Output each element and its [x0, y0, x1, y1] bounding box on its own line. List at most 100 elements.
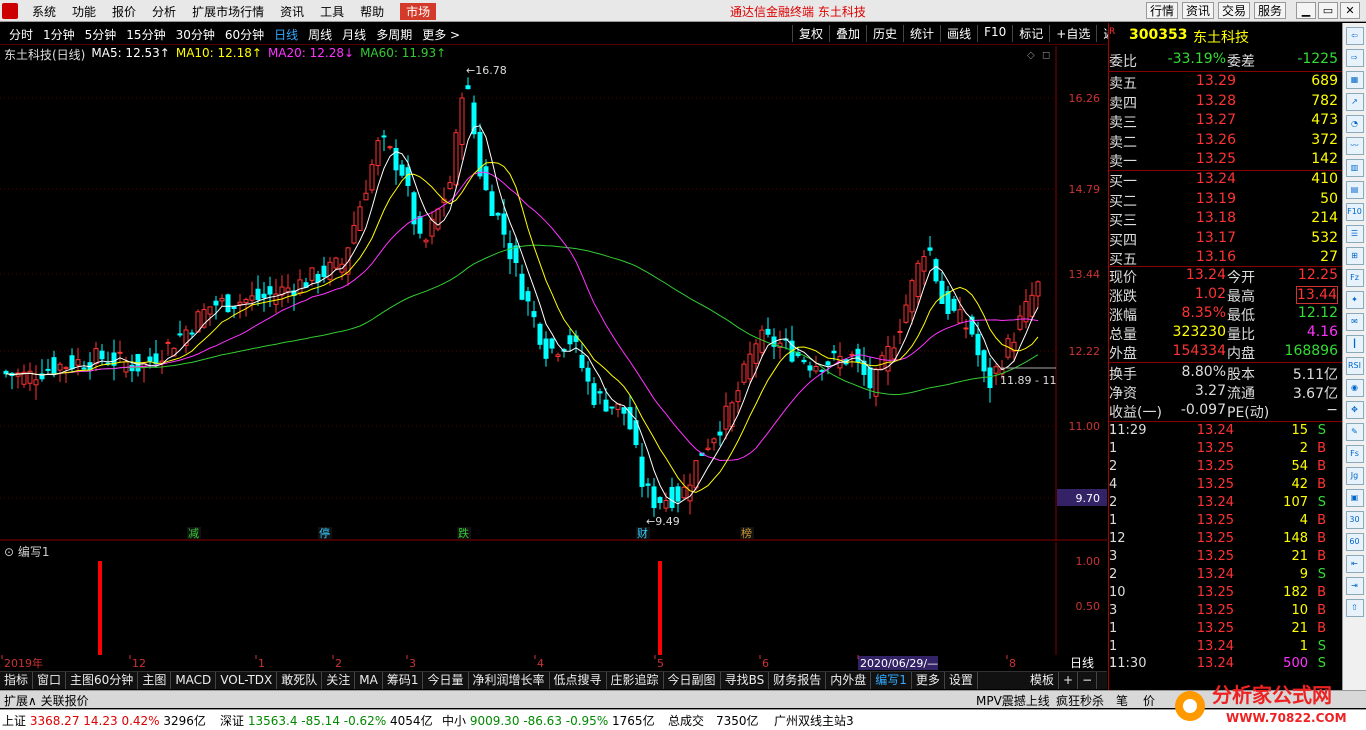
tool-button[interactable]: 统计 — [903, 25, 940, 42]
indicator-tab[interactable]: 设置 — [945, 672, 978, 689]
tool-button[interactable]: 叠加 — [829, 25, 866, 42]
move-icon[interactable]: ✥ — [1345, 401, 1364, 419]
grid-icon[interactable]: ▦ — [1345, 71, 1364, 89]
up-icon[interactable]: ⇧ — [1345, 599, 1364, 617]
indicator-tab[interactable]: 庄影追踪 — [607, 672, 664, 689]
service-button[interactable]: 服务 — [1254, 2, 1287, 19]
list-icon[interactable]: ☰ — [1345, 225, 1364, 243]
tick-volume: 21 — [1291, 621, 1308, 636]
indicator-tab[interactable]: MA — [355, 672, 383, 689]
tool-button[interactable]: 历史 — [866, 25, 903, 42]
r-badge: R — [1109, 27, 1116, 37]
chat-icon[interactable]: ✉ — [1345, 313, 1364, 331]
indicator-tab[interactable]: 今日副图 — [664, 672, 721, 689]
indicator-tab[interactable]: 今日量 — [423, 672, 469, 689]
pie-icon[interactable]: ◔ — [1345, 115, 1364, 133]
arrow-right-icon[interactable]: ⇨ — [1345, 49, 1364, 67]
indicator-tab[interactable]: 低点搜寻 — [550, 672, 607, 689]
promo-link[interactable]: 疯狂秒杀 — [1056, 692, 1104, 709]
indicator-tab[interactable]: 寻找BS — [721, 672, 770, 689]
period-tab[interactable]: 更多 > — [417, 26, 465, 43]
market-button[interactable]: 市场 — [400, 3, 437, 20]
chart-icon[interactable]: ↗ — [1345, 93, 1364, 111]
f10-icon[interactable]: F10 — [1345, 203, 1364, 221]
period-tab[interactable]: 30分钟 — [171, 26, 220, 43]
table-icon[interactable]: ▤ — [1345, 181, 1364, 199]
period-tab[interactable]: 多周期 — [371, 26, 417, 43]
indicator-tab[interactable]: 主图 — [138, 672, 172, 689]
menu-item[interactable]: 报价 — [104, 3, 144, 20]
maximize-icon[interactable]: ▭ — [1318, 2, 1338, 19]
indicator-tab[interactable]: VOL-TDX — [216, 672, 278, 689]
bar-icon[interactable]: ▥ — [1345, 159, 1364, 177]
tool-button[interactable]: +自选 — [1049, 25, 1096, 42]
right-icon[interactable]: ⇥ — [1345, 577, 1364, 595]
period-tab[interactable]: 日线 — [269, 26, 303, 43]
30-icon[interactable]: 30 — [1345, 511, 1364, 529]
indicator-tab[interactable]: 筹码1 — [383, 672, 424, 689]
tab-control-button[interactable]: + — [1059, 672, 1079, 689]
period-tab[interactable]: 1分钟 — [38, 26, 80, 43]
indicator-tab[interactable]: 净利润增长率 — [469, 672, 550, 689]
period-tab[interactable]: 5分钟 — [80, 26, 122, 43]
period-tab[interactable]: 分时 — [4, 26, 38, 43]
tool-button[interactable]: 复权 — [792, 25, 829, 42]
trade-button[interactable]: 交易 — [1218, 2, 1251, 19]
scroll-icon[interactable]: ┃ — [1345, 335, 1364, 353]
tool-button[interactable]: 画线 — [940, 25, 977, 42]
tab-control-button[interactable]: − — [1078, 672, 1098, 689]
jg-icon[interactable]: Jg — [1345, 467, 1364, 485]
tool-button[interactable]: F10 — [977, 25, 1012, 42]
expand-link[interactable]: 扩展∧ 关联报价 — [4, 692, 89, 709]
menu-item[interactable]: 资讯 — [272, 3, 312, 20]
indicator-tab[interactable]: 关注 — [322, 672, 356, 689]
arrow-left-icon[interactable]: ⇦ — [1345, 27, 1364, 45]
left-icon[interactable]: ⇤ — [1345, 555, 1364, 573]
indicator-tab[interactable]: 内外盘 — [826, 672, 872, 689]
eye-icon[interactable]: ◉ — [1345, 379, 1364, 397]
kline-chart[interactable]: 16.26 14.79 13.44 12.22 11.00 9.70 ◇ ◻ ←16.78 ←9.… — [0, 46, 1107, 541]
indicator-tab[interactable]: 编写1 — [871, 672, 912, 689]
menu-item[interactable]: 帮助 — [352, 3, 392, 20]
index-item[interactable]: 上证 3368.27 14.23 0.42% 3296亿 — [2, 712, 206, 729]
indicator-tab[interactable]: 窗口 — [33, 672, 67, 689]
index-item[interactable]: 深证 13563.4 -85.14 -0.62% 4054亿 — [220, 712, 433, 729]
indicator-tab[interactable]: MACD — [171, 672, 217, 689]
period-tab[interactable]: 月线 — [337, 26, 371, 43]
calc-icon[interactable]: ⊞ — [1345, 247, 1364, 265]
star-icon[interactable]: ✦ — [1345, 291, 1364, 309]
close-icon[interactable]: ✕ — [1340, 2, 1360, 19]
menu-item[interactable]: 扩展市场行情 — [184, 3, 272, 20]
rsi-icon[interactable]: RSI — [1345, 357, 1364, 375]
price-tab[interactable]: 价 — [1143, 692, 1155, 709]
tick-volume: 148 — [1283, 531, 1308, 546]
60-icon[interactable]: 60 — [1345, 533, 1364, 551]
tab-control-button[interactable]: 模板 — [1026, 672, 1060, 689]
promo-link[interactable]: MPV震撼上线 — [976, 692, 1050, 709]
menu-item[interactable]: 系统 — [24, 3, 64, 20]
period-tab[interactable]: 15分钟 — [121, 26, 170, 43]
tool-button[interactable]: 标记 — [1012, 25, 1049, 42]
info-button[interactable]: 资讯 — [1182, 2, 1215, 19]
indicator-tab[interactable]: 指标 — [0, 672, 34, 689]
quote-button[interactable]: 行情 — [1146, 2, 1179, 19]
pen-icon[interactable]: ✎ — [1345, 423, 1364, 441]
indicator-tab[interactable]: 更多 — [912, 672, 945, 689]
menu-item[interactable]: 分析 — [144, 3, 184, 20]
menu-item[interactable]: 功能 — [64, 3, 104, 20]
collapse-icon[interactable]: ⊙ — [4, 545, 14, 559]
period-tab[interactable]: 周线 — [303, 26, 337, 43]
line-icon[interactable]: 〰 — [1345, 137, 1364, 155]
indicator-tab[interactable]: 财务报告 — [769, 672, 827, 689]
indicator-chart[interactable]: 1.00 0.50 — [0, 542, 1107, 655]
index-item[interactable]: 中小 9009.30 -86.63 -0.95% 1765亿 — [442, 712, 655, 729]
period-tab[interactable]: 60分钟 — [220, 26, 269, 43]
minimize-icon[interactable]: ▁ — [1296, 2, 1316, 19]
fs-icon[interactable]: Fs — [1345, 445, 1364, 463]
indicator-tab[interactable]: 主图60分钟 — [66, 672, 139, 689]
box-icon[interactable]: ▣ — [1345, 489, 1364, 507]
menu-item[interactable]: 工具 — [312, 3, 352, 20]
tick-tab[interactable]: 笔 — [1116, 692, 1128, 709]
fz-icon[interactable]: Fz — [1345, 269, 1364, 287]
indicator-tab[interactable]: 敢死队 — [277, 672, 323, 689]
